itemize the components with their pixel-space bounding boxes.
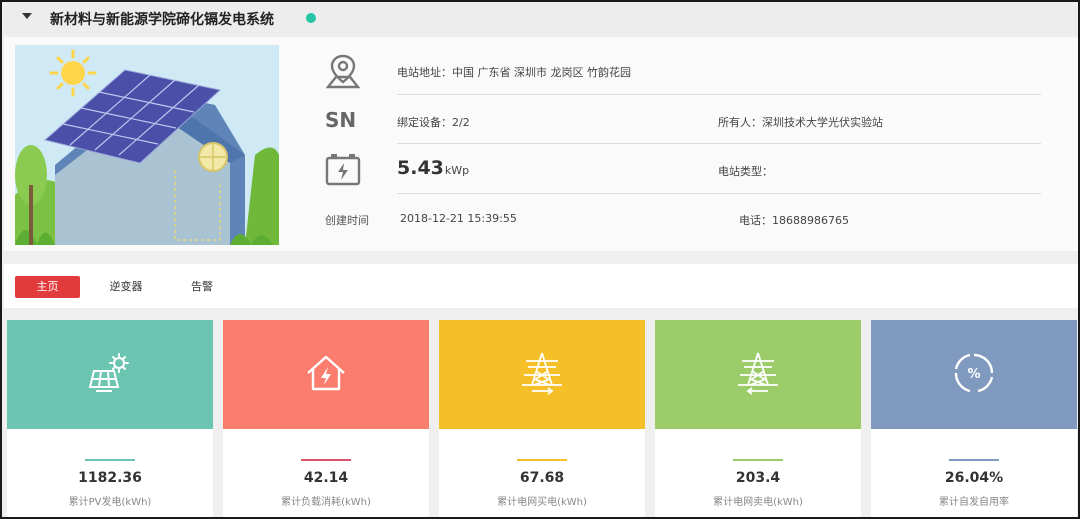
bound-devices-value: 2/2 xyxy=(452,116,470,129)
capacity-unit: kWp xyxy=(444,164,470,177)
address-label: 电站地址： xyxy=(397,66,452,79)
online-status-dot xyxy=(306,13,316,23)
station-title: 新材料与新能源学院碲化镉发电系统 xyxy=(50,12,274,28)
created-time-value: 2018-12-21 15:39:55 xyxy=(400,212,517,225)
capacity-field: 5.43kWp xyxy=(397,157,469,179)
stat-card-sell-value: 203.4 xyxy=(735,470,781,486)
stat-card-buy-value: 67.68 xyxy=(519,470,565,486)
phone-field: 电话：18688986765 xyxy=(739,212,849,228)
tab-home[interactable]: 主页 xyxy=(15,276,80,298)
owner-value: 深圳技术大学光伏实验站 xyxy=(762,116,883,129)
percent-icon: % xyxy=(952,351,996,399)
owner-label: 所有人： xyxy=(718,116,762,129)
divider xyxy=(397,143,1041,144)
stat-card-load-header xyxy=(223,320,429,429)
stat-card-load-value: 42.14 xyxy=(303,470,349,486)
station-header[interactable]: 新材料与新能源学院碲化镉发电系统 xyxy=(4,4,1078,35)
stat-card-pv-value: 1182.36 xyxy=(78,470,142,486)
station-info-panel: SN 创建时间 电站地址：中国 广东省 深圳市 龙岗区 竹韵花园 绑定设备：2/… xyxy=(4,37,1078,251)
stat-card-buy-header xyxy=(439,320,645,429)
grid-sell-icon xyxy=(734,351,782,399)
created-time-label: 创建时间 xyxy=(325,214,369,227)
grid-buy-icon xyxy=(518,351,566,399)
stat-card-sell-label: 累计电网卖电(kWh) xyxy=(713,497,803,508)
stat-card-load-label: 累计负载消耗(kWh) xyxy=(281,497,371,508)
stat-card-pv-header xyxy=(7,320,213,429)
phone-label: 电话： xyxy=(739,214,772,227)
divider xyxy=(397,94,1041,95)
capacity-value: 5.43 xyxy=(397,157,444,179)
stat-card-selfuse-value: 26.04% xyxy=(944,470,1004,486)
stat-card-load[interactable]: 42.14 累计负载消耗(kWh) xyxy=(223,320,429,517)
station-illustration xyxy=(15,45,279,245)
stat-card-pv-label: 累计PV发电(kWh) xyxy=(68,497,152,508)
stat-card-pv[interactable]: 1182.36 累计PV发电(kWh) xyxy=(7,320,213,517)
station-type-label: 电站类型： xyxy=(718,165,773,178)
address-value: 中国 广东省 深圳市 龙岗区 竹韵花园 xyxy=(452,66,631,79)
collapse-caret-icon[interactable] xyxy=(22,13,32,19)
phone-value: 18688986765 xyxy=(772,214,849,227)
solar-panel-icon xyxy=(88,352,132,397)
stat-card-pv-accent xyxy=(85,459,135,461)
sn-icon: SN xyxy=(325,108,357,132)
bound-devices-field: 绑定设备：2/2 xyxy=(397,114,470,130)
tab-alarm[interactable]: 告警 xyxy=(174,276,230,298)
stat-card-selfuse-accent xyxy=(949,459,999,461)
battery-icon xyxy=(325,152,361,190)
station-type-field: 电站类型： xyxy=(718,163,773,179)
house-power-icon xyxy=(304,353,348,397)
location-pin-icon xyxy=(325,53,361,93)
owner-field: 所有人：深圳技术大学光伏实验站 xyxy=(718,114,883,130)
app-frame: 新材料与新能源学院碲化镉发电系统 SN 创建时间 电站地址：中国 广东省 深圳市… xyxy=(0,0,1080,519)
divider xyxy=(397,193,1041,194)
stat-card-buy-label: 累计电网买电(kWh) xyxy=(497,497,587,508)
tab-inverter[interactable]: 逆变器 xyxy=(96,276,156,298)
stat-card-buy-accent xyxy=(517,459,567,461)
address-field: 电站地址：中国 广东省 深圳市 龙岗区 竹韵花园 xyxy=(397,64,631,80)
stat-card-selfuse-label: 累计自发自用率 xyxy=(939,497,1009,508)
stat-card-load-accent xyxy=(301,459,351,461)
stat-card-selfuse-header: % xyxy=(871,320,1077,429)
tab-bar: 主页 逆变器 告警 xyxy=(4,264,1078,308)
stat-card-sell[interactable]: 203.4 累计电网卖电(kWh) xyxy=(655,320,861,517)
stat-card-selfuse[interactable]: % 26.04% 累计自发自用率 xyxy=(871,320,1077,517)
bound-devices-label: 绑定设备： xyxy=(397,116,452,129)
stat-card-buy[interactable]: 67.68 累计电网买电(kWh) xyxy=(439,320,645,517)
stat-card-sell-header xyxy=(655,320,861,429)
svg-text:%: % xyxy=(967,367,980,382)
stat-card-sell-accent xyxy=(733,459,783,461)
